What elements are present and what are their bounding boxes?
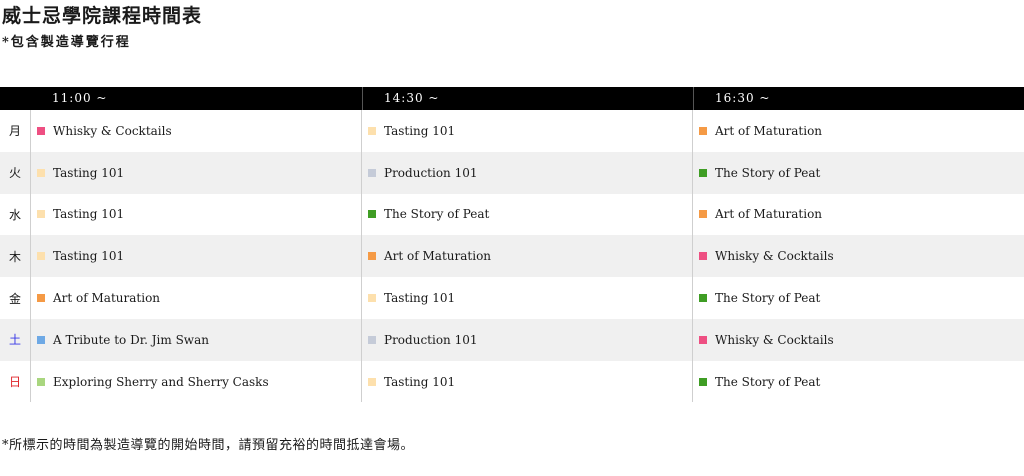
day-row: 火 Tasting 101 Production 101 The Story of P… <box>0 151 1024 194</box>
class-cell: Exploring Sherry and Sherry Casks <box>31 361 362 403</box>
class-color-swatch <box>37 126 45 135</box>
class-name: Tasting 101 <box>53 207 125 222</box>
class-cell: Production 101 <box>362 152 693 194</box>
class-name: Tasting 101 <box>53 165 125 180</box>
day-label: 火 <box>8 166 21 181</box>
class-color-swatch <box>368 210 376 219</box>
class-name: The Story of Peat <box>715 291 821 306</box>
class-cell: Whisky & Cocktails <box>693 235 1024 277</box>
class-name: A Tribute to Dr. Jim Swan <box>53 332 209 347</box>
day-row: 土 A Tribute to Dr. Jim Swan Production 101… <box>0 318 1024 361</box>
class-name: Whisky & Cocktails <box>53 123 172 138</box>
class-name: The Story of Peat <box>384 207 490 222</box>
class-color-swatch <box>37 377 45 386</box>
class-color-swatch <box>699 126 707 135</box>
class-color-swatch <box>699 335 707 344</box>
class-cell: Tasting 101 <box>362 361 693 403</box>
day-row: 木 Tasting 101 Art of Maturation Whisky & Co… <box>0 235 1024 278</box>
class-cell: Tasting 101 <box>362 110 693 152</box>
day-row: 水 Tasting 101 The Story of Peat Art of Matu… <box>0 194 1024 236</box>
class-cell: Art of Maturation <box>31 277 362 319</box>
class-name: Whisky & Cocktails <box>715 332 834 347</box>
class-name: Whisky & Cocktails <box>715 249 834 264</box>
class-color-swatch <box>368 252 376 261</box>
schedule-table: 11:00 ~ 14:30 ~ 16:30 ~ 月 Whisky & Cockta… <box>0 87 1024 403</box>
class-color-swatch <box>37 335 45 344</box>
class-cell: Whisky & Cocktails <box>693 319 1024 361</box>
class-color-swatch <box>699 210 707 219</box>
footnote: *所標示的時間為製造導覽的開始時間，請預留充裕的時間抵達會場。 <box>2 438 415 453</box>
column-divider <box>30 110 31 402</box>
class-color-swatch <box>699 252 707 261</box>
class-name: Exploring Sherry and Sherry Casks <box>53 374 269 389</box>
column-divider <box>361 110 362 402</box>
class-name: Tasting 101 <box>384 123 456 138</box>
day-label: 木 <box>8 249 21 264</box>
class-name: Tasting 101 <box>384 291 456 306</box>
class-color-swatch <box>368 377 376 386</box>
class-cell: A Tribute to Dr. Jim Swan <box>31 319 362 361</box>
day-row: 月 Whisky & Cocktails Tasting 101 Art of Mat… <box>0 110 1024 152</box>
class-color-swatch <box>37 252 45 261</box>
class-cell: The Story of Peat <box>693 152 1024 194</box>
class-cell: Art of Maturation <box>693 194 1024 236</box>
class-name: Tasting 101 <box>53 249 125 264</box>
page-title: 威士忌學院課程時間表 <box>2 5 203 27</box>
class-name: Production 101 <box>384 332 478 347</box>
class-color-swatch <box>368 126 376 135</box>
class-color-swatch <box>368 294 376 303</box>
class-color-swatch <box>699 168 707 177</box>
class-color-swatch <box>368 168 376 177</box>
class-cell: Tasting 101 <box>31 194 362 236</box>
class-name: Art of Maturation <box>715 123 823 138</box>
day-label: 土 <box>8 333 21 348</box>
class-color-swatch <box>37 168 45 177</box>
time-slot-header: 14:30 ~ <box>362 87 693 110</box>
class-color-swatch <box>699 377 707 386</box>
class-cell: The Story of Peat <box>693 361 1024 403</box>
day-label: 月 <box>8 124 21 139</box>
class-cell: Production 101 <box>362 319 693 361</box>
class-color-swatch <box>699 294 707 303</box>
column-divider <box>692 110 693 402</box>
class-cell: The Story of Peat <box>693 277 1024 319</box>
class-name: The Story of Peat <box>715 374 821 389</box>
schedule-body: 月 Whisky & Cocktails Tasting 101 Art of Mat… <box>0 110 1024 403</box>
class-name: Art of Maturation <box>384 249 492 264</box>
class-name: Tasting 101 <box>384 374 456 389</box>
class-color-swatch <box>37 210 45 219</box>
time-header-row: 11:00 ~ 14:30 ~ 16:30 ~ <box>0 87 1024 110</box>
class-cell: The Story of Peat <box>362 194 693 236</box>
day-row: 日 Exploring Sherry and Sherry Casks Tastin… <box>0 361 1024 403</box>
day-row: 金 Art of Maturation Tasting 101 The Story o… <box>0 277 1024 319</box>
class-name: Art of Maturation <box>715 207 823 222</box>
day-label: 水 <box>8 207 21 222</box>
time-slot-header: 11:00 ~ <box>52 91 108 105</box>
class-name: Art of Maturation <box>53 291 161 306</box>
class-cell: Tasting 101 <box>31 235 362 277</box>
time-slot-header: 16:30 ~ <box>693 87 1024 110</box>
class-color-swatch <box>37 294 45 303</box>
class-cell: Tasting 101 <box>362 277 693 319</box>
day-label: 金 <box>8 291 21 306</box>
class-cell: Whisky & Cocktails <box>31 110 362 152</box>
class-name: Production 101 <box>384 165 478 180</box>
class-cell: Tasting 101 <box>31 152 362 194</box>
day-label: 日 <box>8 375 21 390</box>
page-subtitle: *包含製造導覽行程 <box>2 35 131 50</box>
class-cell: Art of Maturation <box>362 235 693 277</box>
class-name: The Story of Peat <box>715 165 821 180</box>
class-color-swatch <box>368 335 376 344</box>
class-cell: Art of Maturation <box>693 110 1024 152</box>
